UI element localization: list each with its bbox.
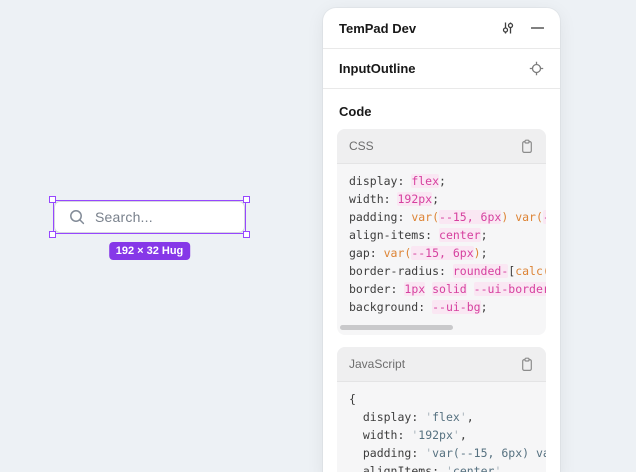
- resize-handle-bottom-right[interactable]: [243, 231, 250, 238]
- clipboard-icon: [520, 139, 534, 154]
- horizontal-scrollbar[interactable]: [340, 325, 453, 330]
- search-icon: [68, 208, 86, 226]
- css-block-title: CSS: [349, 139, 374, 153]
- copy-css-button[interactable]: [520, 139, 534, 154]
- search-input-component[interactable]: Search...: [54, 201, 245, 233]
- javascript-block-title: JavaScript: [349, 357, 405, 371]
- dimension-badge: 192 × 32 Hug: [109, 242, 191, 260]
- selected-component: Search... 192 × 32 Hug: [54, 201, 245, 233]
- javascript-block-header: JavaScript: [337, 347, 546, 382]
- resize-handle-top-left[interactable]: [49, 196, 56, 203]
- css-block-header: CSS: [337, 129, 546, 164]
- preferences-button[interactable]: [500, 20, 516, 36]
- component-name: InputOutline: [339, 61, 416, 76]
- crosshair-icon: [529, 61, 544, 76]
- tempad-dev-panel: TemPad Dev InputOutline: [323, 8, 560, 472]
- panel-title: TemPad Dev: [339, 21, 416, 36]
- clipboard-icon: [520, 357, 534, 372]
- javascript-code: { display: 'flex', width: '192px', paddi…: [337, 382, 546, 472]
- copy-javascript-button[interactable]: [520, 357, 534, 372]
- code-section-title: Code: [339, 104, 544, 119]
- search-placeholder: Search...: [95, 209, 153, 225]
- minus-icon: [531, 26, 544, 30]
- resize-handle-bottom-left[interactable]: [49, 231, 56, 238]
- javascript-code-block: JavaScript { display: 'flex', width: '19…: [337, 347, 546, 472]
- locate-button[interactable]: [529, 61, 544, 76]
- panel-header: TemPad Dev: [323, 8, 560, 49]
- css-code: display: flex;width: 192px;padding: var(…: [337, 164, 546, 320]
- sliders-icon: [500, 20, 516, 36]
- css-code-block: CSS display: flex;width: 192px;padding: …: [337, 129, 546, 335]
- minimize-button[interactable]: [531, 26, 544, 30]
- resize-handle-top-right[interactable]: [243, 196, 250, 203]
- component-row: InputOutline: [323, 49, 560, 89]
